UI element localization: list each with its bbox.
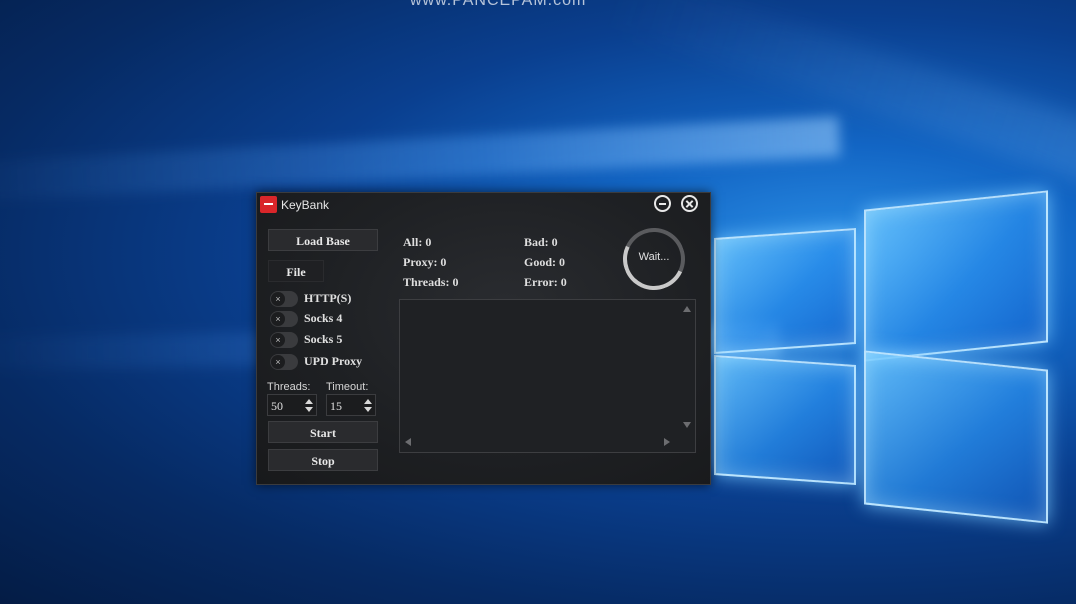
- arrow-down-icon[interactable]: [364, 407, 372, 412]
- stat-all: All: 0: [403, 235, 432, 249]
- stat-good: Good: 0: [524, 255, 566, 269]
- x-icon: ×: [271, 292, 285, 306]
- windows-logo-pane: [864, 350, 1048, 524]
- windows-logo: [712, 188, 1052, 528]
- keybank-logo-icon: [260, 196, 277, 213]
- minimize-icon[interactable]: [654, 195, 671, 212]
- wallpaper-light-beam: [605, 0, 1076, 212]
- timeout-value: 15: [330, 399, 342, 413]
- spinner-status-text: Wait...: [638, 251, 670, 263]
- start-button[interactable]: Start: [268, 421, 378, 443]
- arrow-down-icon[interactable]: [305, 407, 313, 412]
- x-icon: ×: [271, 312, 285, 326]
- toggle-switch[interactable]: ×: [270, 354, 298, 370]
- file-button[interactable]: File: [268, 260, 324, 282]
- stat-bad: Bad: 0: [524, 235, 558, 249]
- stat-error: Error: 0: [524, 275, 567, 289]
- stat-threads: Threads: 0: [403, 275, 459, 289]
- x-icon: ×: [271, 355, 285, 369]
- toggle-label: Socks 4: [304, 311, 343, 325]
- watermark-text: www.PANCEPAM.com: [410, 0, 587, 9]
- toggle-label: UPD Proxy: [304, 354, 363, 368]
- window-title: KeyBank: [281, 198, 330, 212]
- keybank-window: KeyBank Load Base File × HTTP(S) × Socks…: [256, 192, 711, 485]
- windows-logo-pane: [714, 228, 856, 354]
- windows-logo-pane: [864, 190, 1048, 362]
- scroll-down-icon[interactable]: [683, 422, 691, 428]
- stat-proxy: Proxy: 0: [403, 255, 447, 269]
- toggle-label: HTTP(S): [304, 291, 352, 305]
- threads-stepper[interactable]: 50: [267, 394, 317, 416]
- windows-logo-pane: [714, 355, 856, 485]
- toggle-switch[interactable]: ×: [270, 291, 298, 307]
- load-base-button[interactable]: Load Base: [268, 229, 378, 251]
- arrow-up-icon[interactable]: [305, 399, 313, 404]
- toggle-label: Socks 5: [304, 332, 343, 346]
- stop-button[interactable]: Stop: [268, 449, 378, 471]
- threads-value: 50: [271, 399, 283, 413]
- arrow-up-icon[interactable]: [364, 399, 372, 404]
- scroll-right-icon[interactable]: [664, 438, 670, 446]
- scroll-left-icon[interactable]: [405, 438, 411, 446]
- x-icon: ×: [271, 333, 285, 347]
- log-output[interactable]: [399, 299, 696, 453]
- title-bar[interactable]: KeyBank: [257, 193, 710, 217]
- timeout-stepper[interactable]: 15: [326, 394, 376, 416]
- toggle-switch[interactable]: ×: [270, 332, 298, 348]
- scroll-up-icon[interactable]: [683, 306, 691, 312]
- close-icon[interactable]: [681, 195, 698, 212]
- timeout-label: Timeout:: [326, 381, 369, 393]
- threads-label: Threads:: [267, 381, 311, 393]
- toggle-switch[interactable]: ×: [270, 311, 298, 327]
